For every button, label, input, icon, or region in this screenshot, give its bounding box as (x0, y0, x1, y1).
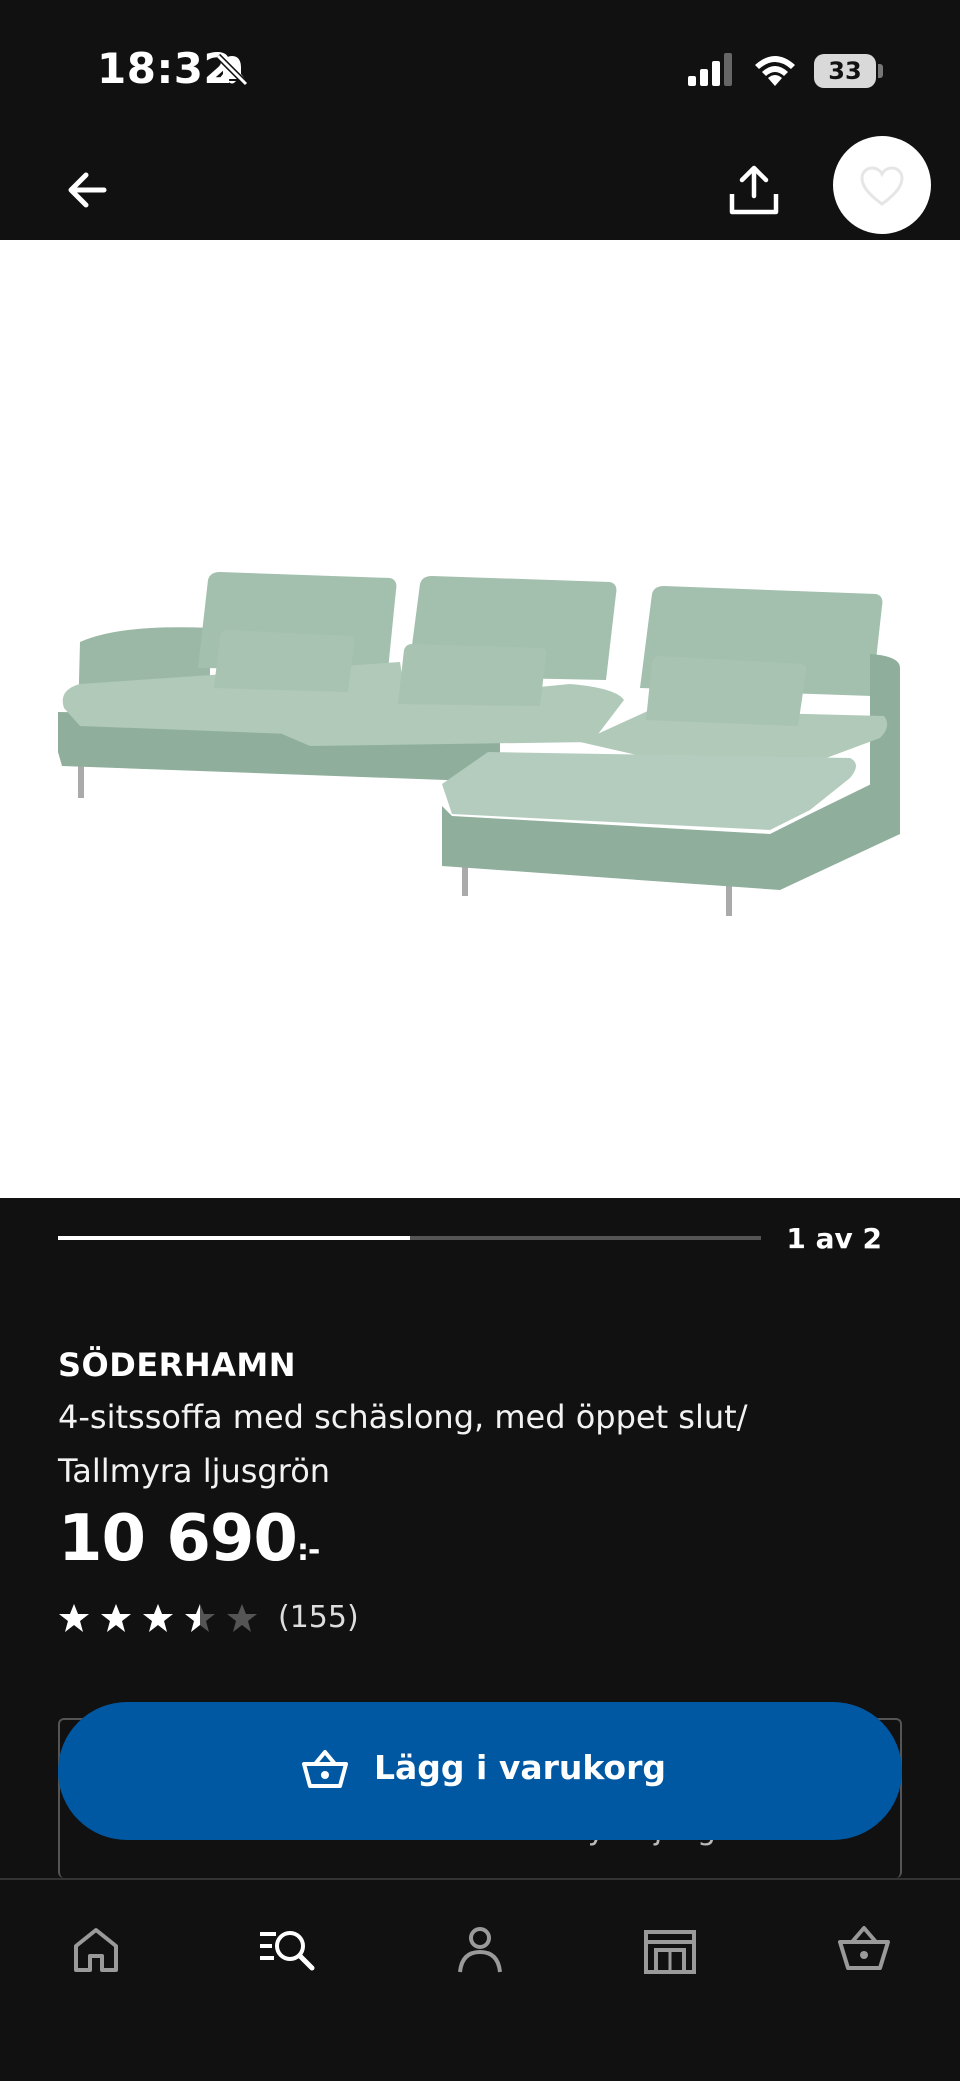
top-nav (0, 140, 960, 240)
product-image[interactable] (0, 240, 960, 1198)
add-to-cart-button[interactable]: Lägg i varukorg (58, 1702, 902, 1840)
home-icon[interactable] (64, 1918, 128, 1982)
wifi-icon (755, 56, 795, 86)
sofa-image (58, 572, 900, 916)
battery-level: 33 (828, 57, 862, 85)
star-icon (227, 1604, 257, 1632)
add-to-cart-label: Lägg i varukorg (374, 1748, 667, 1787)
product-name: SÖDERHAMN (58, 1346, 296, 1384)
gallery-indicator: 1 av 2 (0, 1198, 960, 1308)
battery-cap (878, 64, 883, 78)
status-time: 18:32 (97, 44, 234, 93)
share-icon[interactable] (722, 158, 786, 222)
bell-muted-icon (215, 53, 249, 87)
star-icon (185, 1604, 215, 1632)
cart-basket-icon (302, 1750, 348, 1788)
product-description: 4-sitssoffa med schäslong, med öppet slu… (58, 1398, 748, 1490)
heart-icon (860, 166, 904, 206)
favourite-button[interactable] (833, 136, 931, 234)
bottom-nav (0, 1878, 960, 2081)
star-icon (59, 1604, 89, 1632)
signal-icon (688, 53, 732, 86)
profile-icon[interactable] (448, 1918, 512, 1982)
price-value: 10 690 (58, 1502, 298, 1576)
star-icon (143, 1604, 173, 1632)
gallery-counter: 1 av 2 (786, 1222, 882, 1255)
back-arrow-icon[interactable] (60, 160, 120, 220)
review-count: (155) (278, 1600, 359, 1635)
status-bar: 18:32 33 (0, 0, 960, 140)
star-icon (101, 1604, 131, 1632)
gallery-progress-fill (58, 1236, 410, 1240)
price-suffix: :- (296, 1533, 320, 1568)
store-icon[interactable] (638, 1918, 702, 1982)
battery-icon: 33 (814, 54, 876, 88)
search-icon[interactable] (254, 1918, 318, 1982)
basket-icon[interactable] (832, 1918, 896, 1982)
product-price: 10 690:- (58, 1502, 320, 1576)
gallery-progress-track (58, 1236, 761, 1240)
